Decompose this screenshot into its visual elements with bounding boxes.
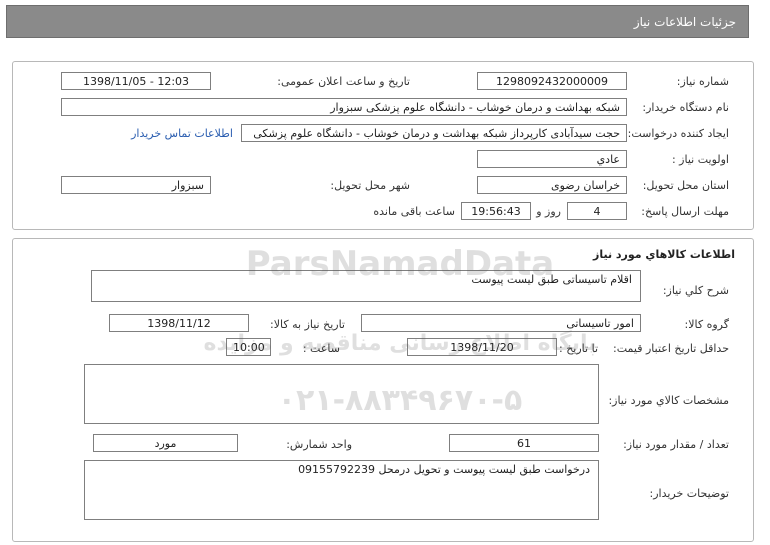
buyer-field[interactable]: شبکه بهداشت و درمان خوشاب - دانشگاه علوم… — [61, 98, 627, 116]
time-remaining-field[interactable]: 19:56:43 — [461, 202, 531, 220]
province-field[interactable]: خراسان رضوی — [477, 176, 627, 194]
summary-label: شرح کلي نیاز: — [662, 284, 729, 297]
specs-field[interactable] — [84, 364, 599, 424]
province-label: استان محل تحویل: — [642, 179, 729, 192]
group-label: گروه کالا: — [684, 318, 729, 331]
page-header: جزئیات اطلاعات نیاز — [6, 5, 749, 38]
until-date-field[interactable]: 1398/11/20 — [407, 338, 557, 356]
need-date-field[interactable]: 1398/11/12 — [109, 314, 249, 332]
notes-field[interactable]: درخواست طبق لیست پیوست و تحویل درمحل 091… — [84, 460, 599, 520]
announce-label: تاریخ و ساعت اعلان عمومی: — [277, 75, 410, 88]
buyer-label: نام دستگاه خریدار: — [642, 101, 729, 114]
goods-section-title: اطلاعات کالاهاي مورد نیاز — [593, 248, 735, 261]
city-label: شهر محل تحویل: — [330, 179, 410, 192]
remaining-text: ساعت باقی مانده — [373, 205, 455, 218]
goods-panel: اطلاعات کالاهاي مورد نیاز شرح کلي نیاز: … — [12, 238, 754, 542]
need-number-field[interactable]: 1298092432000009 — [477, 72, 627, 90]
announce-datetime-field[interactable]: 1398/11/05 - 12:03 — [61, 72, 211, 90]
unit-label: واحد شمارش: — [286, 438, 352, 451]
creator-field[interactable]: حجت سیدآبادی کارپرداز شبکه بهداشت و درما… — [241, 124, 627, 142]
priority-field[interactable]: عادي — [477, 150, 627, 168]
summary-field[interactable]: اقلام تاسیساتی طبق لیست پیوست — [91, 270, 641, 302]
need-date-label: تاریخ نیاز به کالا: — [270, 318, 345, 331]
need-number-label: شماره نیاز: — [676, 75, 729, 88]
hour-label: ساعت : — [302, 342, 340, 355]
days-word: روز و — [536, 205, 561, 218]
deadline-label: مهلت ارسال پاسخ: — [641, 205, 729, 218]
specs-label: مشخصات کالاي مورد نیاز: — [608, 394, 729, 407]
until-date-label: تا تاریخ : — [559, 342, 598, 355]
hour-field[interactable]: 10:00 — [226, 338, 271, 356]
unit-field[interactable]: مورد — [93, 434, 238, 452]
notes-label: توضیحات خریدار: — [649, 487, 730, 500]
buyer-contact-link[interactable]: اطلاعات تماس خریدار — [131, 127, 233, 140]
page-title: جزئیات اطلاعات نیاز — [633, 15, 736, 29]
days-field[interactable]: 4 — [567, 202, 627, 220]
qty-field[interactable]: 61 — [449, 434, 599, 452]
creator-label: ایجاد کننده درخواست: — [627, 127, 729, 140]
priority-label: اولویت نیاز : — [671, 153, 729, 166]
group-field[interactable]: امور تاسیساتی — [361, 314, 641, 332]
need-info-panel: شماره نیاز: 1298092432000009 تاریخ و ساع… — [12, 61, 754, 230]
qty-label: تعداد / مقدار مورد نیاز: — [623, 438, 729, 451]
city-field[interactable]: سبزوار — [61, 176, 211, 194]
validity-label: حداقل تاریخ اعتبار قیمت: — [613, 342, 729, 355]
